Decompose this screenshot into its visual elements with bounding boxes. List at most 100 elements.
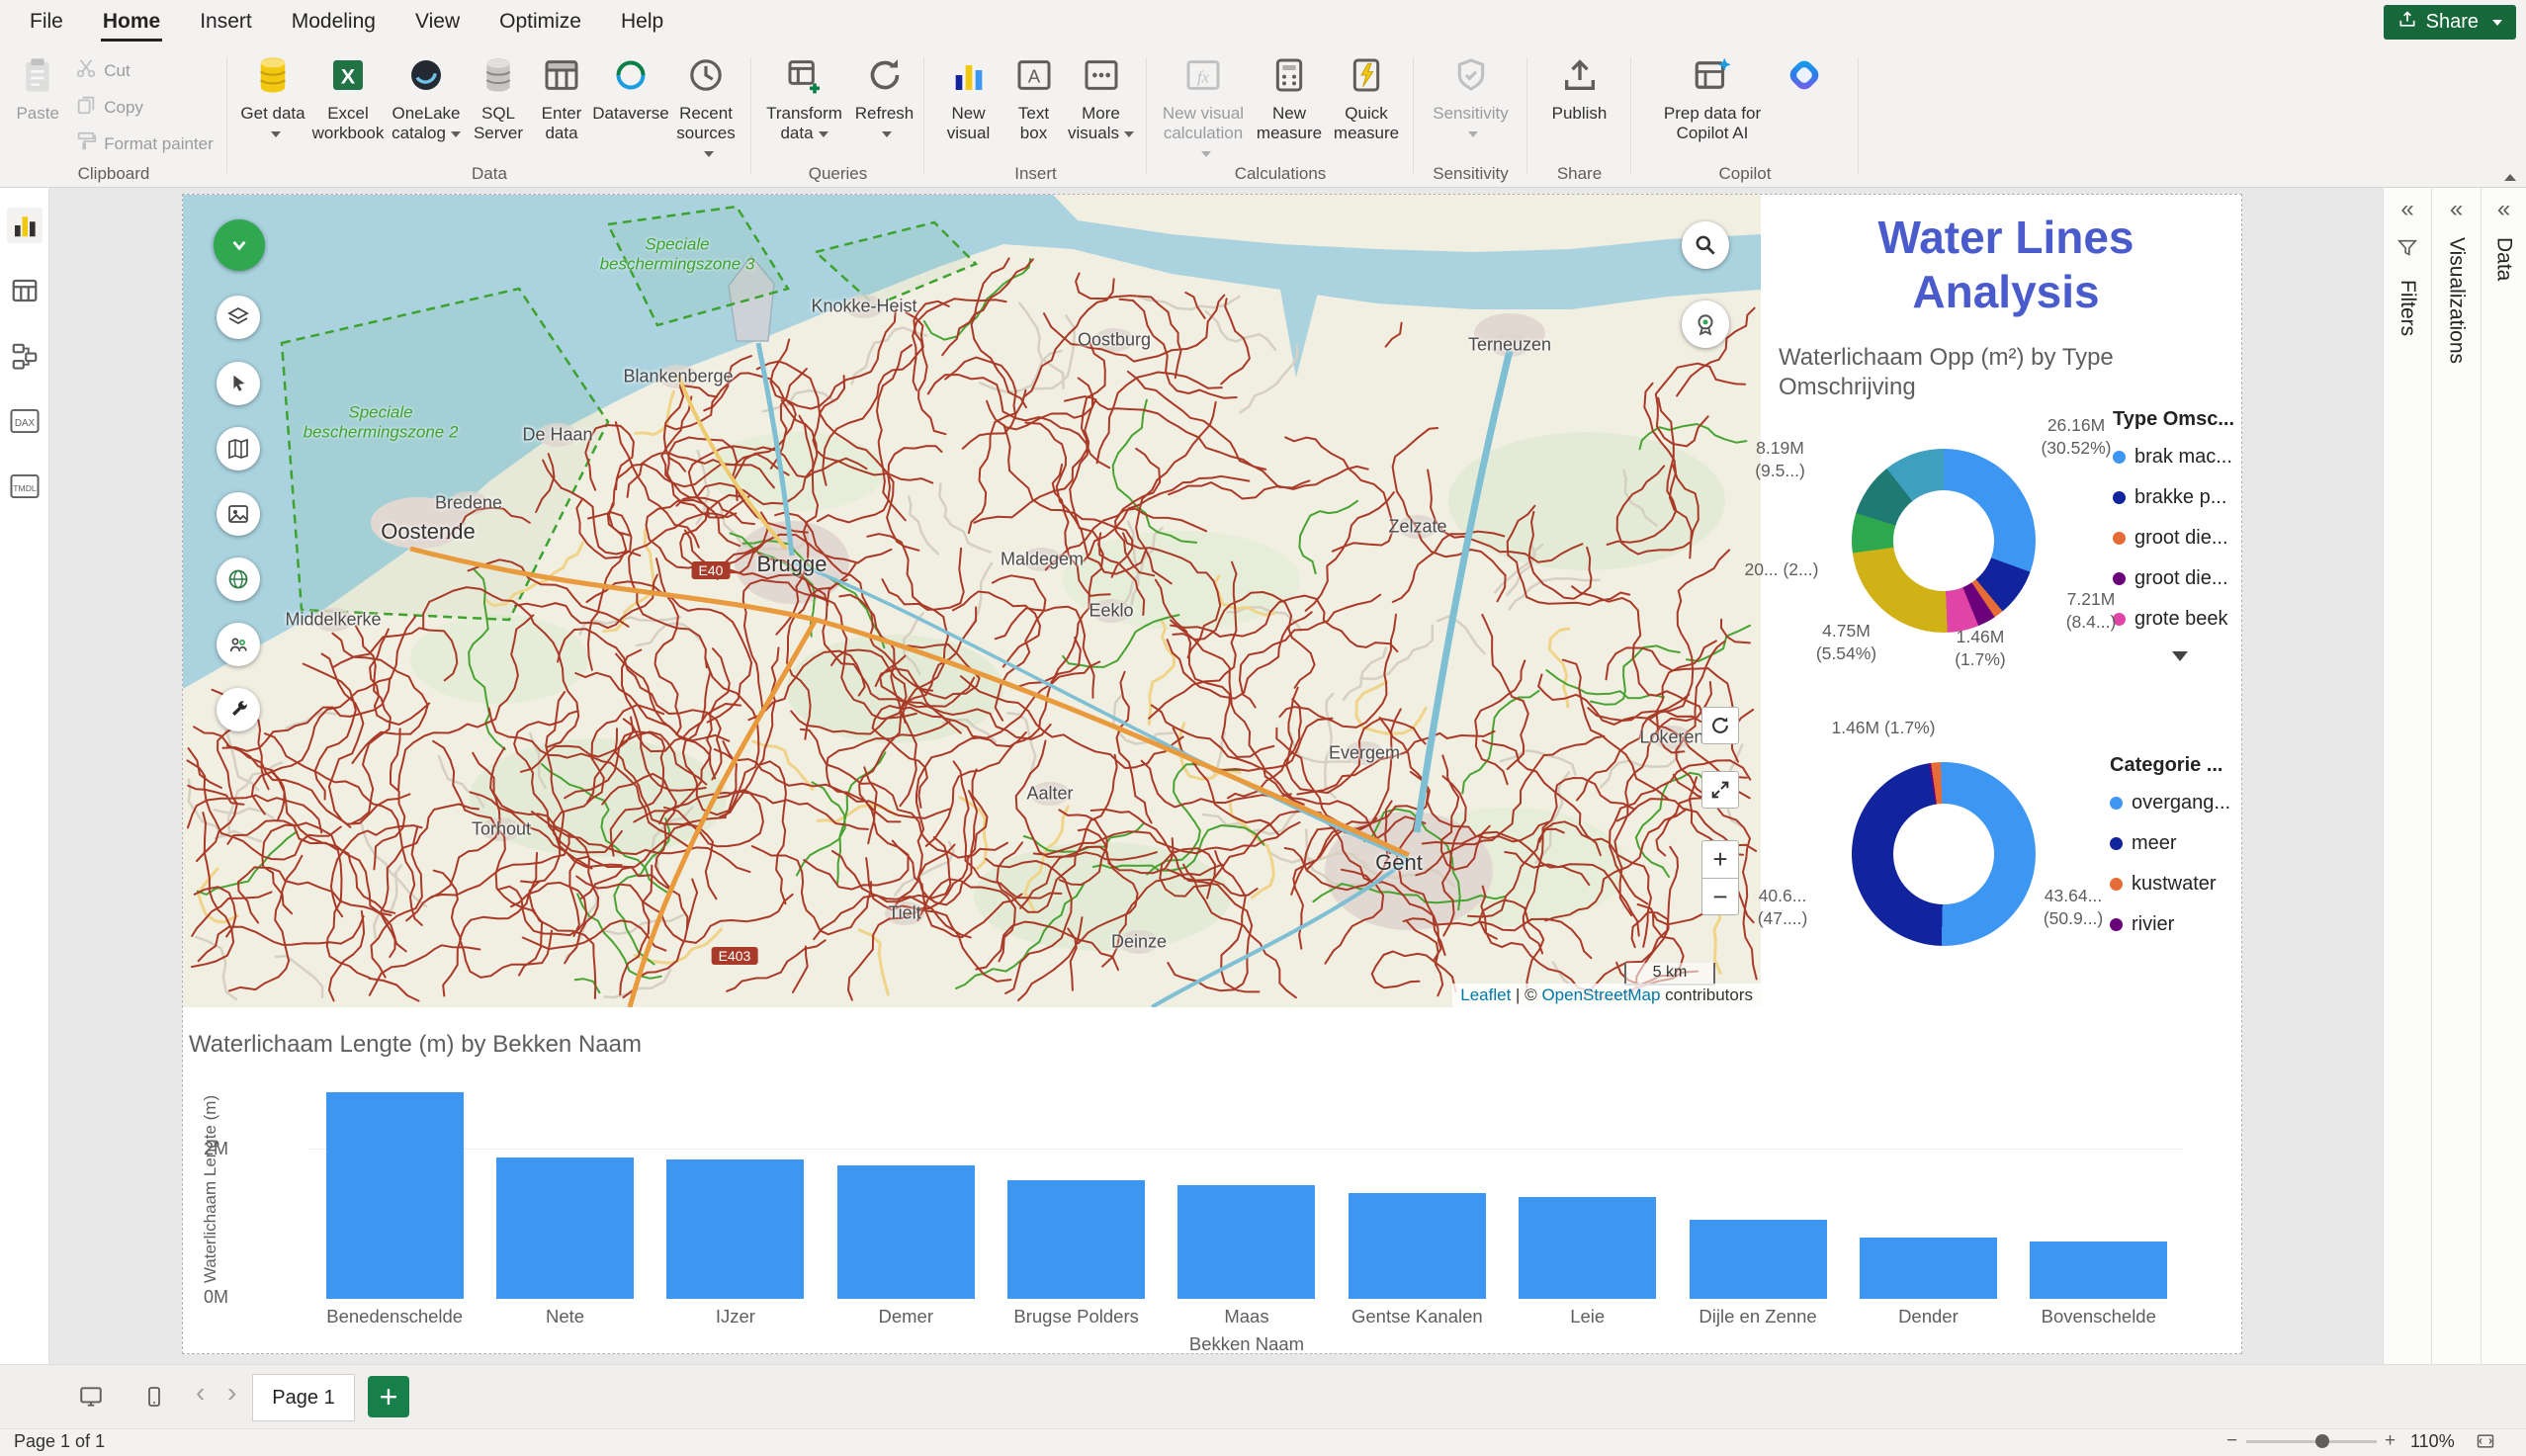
quick-measure-icon — [1343, 51, 1390, 99]
get-data-button[interactable]: Get data — [236, 49, 309, 143]
bar-nete[interactable] — [496, 1157, 634, 1299]
bar-benedenschelde[interactable] — [326, 1092, 464, 1299]
bar-maas[interactable] — [1177, 1185, 1315, 1299]
share-button[interactable]: Share — [2384, 5, 2516, 40]
add-page-button[interactable]: + — [368, 1376, 409, 1417]
transform-data-button[interactable]: Transform data — [758, 49, 851, 143]
new-visual-button[interactable]: New visual — [934, 49, 1003, 143]
enter-data-button[interactable]: Enter data — [531, 49, 592, 143]
zoom-slider-handle[interactable] — [2315, 1434, 2329, 1448]
sensitivity-button[interactable]: Sensitivity — [1427, 49, 1516, 143]
legend-item[interactable]: brak mac... — [2113, 437, 2242, 477]
map-refresh-button[interactable] — [1701, 707, 1739, 744]
map-fullscreen-button[interactable] — [1701, 771, 1739, 809]
select-tool-icon[interactable] — [217, 362, 260, 405]
leaflet-link[interactable]: Leaflet — [1460, 985, 1511, 1004]
openstreetmap-link[interactable]: OpenStreetMap — [1541, 985, 1660, 1004]
visualizations-pane-collapsed[interactable]: « Visualizations — [2431, 188, 2481, 1364]
page-tab-page1[interactable]: Page 1 — [252, 1374, 355, 1421]
bar-dijle-en-zenne[interactable] — [1690, 1220, 1827, 1299]
people-icon[interactable] — [217, 623, 260, 666]
legend-item[interactable]: groot die... — [2113, 558, 2242, 599]
legend-item[interactable]: kustwater — [2110, 864, 2242, 904]
locate-icon[interactable] — [1682, 300, 1729, 348]
paste-button[interactable]: Paste — [11, 49, 64, 124]
previous-page-button[interactable]: ‹ — [196, 1377, 205, 1409]
menu-item-view[interactable]: View — [395, 0, 479, 43]
mobile-layout-button[interactable] — [136, 1379, 172, 1414]
expand-data-icon[interactable]: « — [2497, 198, 2510, 221]
report-view-button[interactable] — [7, 208, 43, 243]
search-icon[interactable] — [1682, 221, 1729, 269]
legend-item[interactable]: brakke p... — [2113, 477, 2242, 518]
globe-icon[interactable] — [217, 557, 260, 601]
visualizations-pane-label[interactable]: Visualizations — [2445, 237, 2469, 364]
donut-chart-type-omschrijving[interactable] — [1852, 449, 2036, 633]
next-page-button[interactable]: › — [227, 1377, 236, 1409]
bar-leie[interactable] — [1519, 1197, 1656, 1299]
zoom-slider-track[interactable] — [2246, 1440, 2377, 1443]
cut-button[interactable]: Cut — [72, 55, 217, 84]
legend-item[interactable]: rivier — [2110, 904, 2242, 945]
bar-brugse-polders[interactable] — [1007, 1180, 1145, 1299]
refresh-button[interactable]: Refresh — [851, 49, 918, 143]
copilot-logo-button[interactable] — [1772, 49, 1837, 99]
bar-gentse-kanalen[interactable] — [1349, 1193, 1486, 1299]
dataverse-button[interactable]: Dataverse — [592, 49, 669, 124]
map-zoom-in-button[interactable]: + — [1701, 840, 1739, 878]
text-box-button[interactable]: A Text box — [1003, 49, 1065, 143]
zoom-in-button[interactable]: + — [2385, 1430, 2395, 1452]
filters-pane-label[interactable]: Filters — [2395, 280, 2419, 336]
menu-item-optimize[interactable]: Optimize — [479, 0, 601, 43]
menu-item-modeling[interactable]: Modeling — [272, 0, 395, 43]
expand-visualizations-icon[interactable]: « — [2450, 198, 2463, 221]
bar-dender[interactable] — [1860, 1238, 1997, 1299]
new-measure-button[interactable]: New measure — [1251, 49, 1328, 143]
legend-item[interactable]: groot die... — [2113, 518, 2242, 558]
map-zoom-out-button[interactable]: − — [1701, 878, 1739, 915]
publish-button[interactable]: Publish — [1545, 49, 1614, 124]
prep-data-copilot-button[interactable]: Prep data for Copilot AI — [1653, 49, 1772, 143]
legend-item-label: kustwater — [2132, 873, 2217, 896]
donut-chart-categorie[interactable] — [1852, 762, 2036, 946]
basemap-icon[interactable] — [217, 427, 260, 471]
bar-demer[interactable] — [837, 1165, 975, 1299]
data-pane-label[interactable]: Data — [2492, 237, 2516, 281]
tools-icon[interactable] — [217, 688, 260, 731]
menu-item-file[interactable]: File — [10, 0, 83, 43]
more-visuals-button[interactable]: More visuals — [1065, 49, 1138, 143]
format-painter-button[interactable]: Format painter — [72, 128, 217, 157]
legend-item[interactable]: meer — [2110, 823, 2242, 864]
tmdl-view-button[interactable]: TMDL — [7, 469, 43, 504]
zoom-out-button[interactable]: − — [2226, 1430, 2237, 1452]
quick-measure-button[interactable]: Quick measure — [1328, 49, 1405, 143]
dax-query-view-button[interactable]: DAX — [7, 403, 43, 439]
legend-item[interactable]: grote beek — [2113, 599, 2242, 640]
data-pane-collapsed[interactable]: « Data — [2481, 188, 2526, 1364]
report-page[interactable]: OostendeBruggeGentKnokke-HeistBlankenber… — [182, 194, 2242, 1354]
new-visual-calculation-button[interactable]: fx New visual calculation — [1156, 49, 1251, 163]
expand-filters-icon[interactable]: « — [2400, 198, 2413, 221]
legend-scroll-down-icon[interactable] — [2172, 651, 2188, 661]
menu-item-insert[interactable]: Insert — [180, 0, 272, 43]
legend-item[interactable]: overgang... — [2110, 783, 2242, 823]
copy-button[interactable]: Copy — [72, 92, 217, 121]
collapse-ribbon-button[interactable] — [2504, 174, 2516, 181]
onelake-catalog-button[interactable]: OneLake catalog — [387, 49, 466, 143]
layers-icon[interactable] — [217, 296, 260, 339]
map-menu-button[interactable] — [214, 219, 265, 271]
recent-sources-button[interactable]: Recent sources — [669, 49, 742, 163]
excel-workbook-button[interactable]: X Excel workbook — [309, 49, 387, 143]
filters-pane-collapsed[interactable]: « Filters — [2383, 188, 2431, 1364]
table-view-button[interactable] — [7, 273, 43, 308]
model-view-button[interactable] — [7, 338, 43, 374]
menu-item-home[interactable]: Home — [83, 0, 180, 43]
menu-item-help[interactable]: Help — [601, 0, 683, 43]
bar-ijzer[interactable] — [666, 1159, 804, 1299]
bar-bovenschelde[interactable] — [2030, 1242, 2167, 1300]
image-icon[interactable] — [217, 492, 260, 536]
map-visual[interactable]: OostendeBruggeGentKnokke-HeistBlankenber… — [183, 195, 1761, 1007]
desktop-layout-button[interactable] — [73, 1379, 109, 1414]
sql-server-button[interactable]: SQL Server — [466, 49, 531, 143]
fit-to-page-icon[interactable] — [2476, 1431, 2495, 1456]
